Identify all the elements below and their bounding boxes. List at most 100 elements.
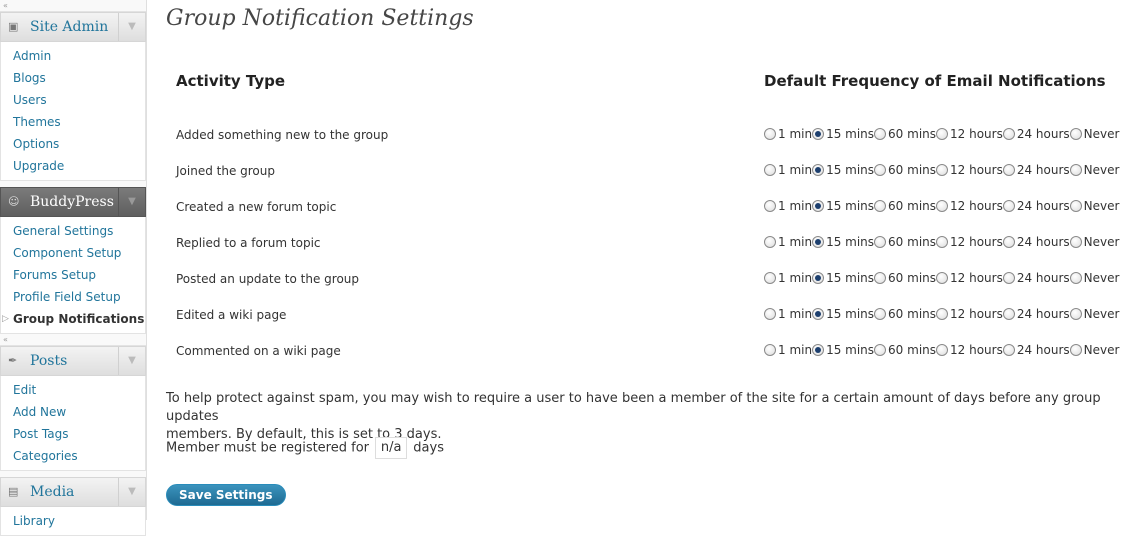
frequency-option[interactable]: 60 mins — [874, 307, 936, 321]
frequency-option[interactable]: 24 hours — [1002, 127, 1070, 141]
radio-button[interactable] — [936, 344, 949, 356]
sidebar-item-edit[interactable]: Edit — [1, 379, 145, 401]
frequency-option[interactable]: 12 hours — [936, 163, 1003, 177]
sidebar-item-blogs[interactable]: Blogs — [1, 67, 145, 89]
chevron-down-icon[interactable]: ▼ — [118, 478, 145, 506]
radio-button[interactable] — [764, 308, 776, 320]
radio-button[interactable] — [812, 236, 825, 248]
frequency-option[interactable]: 1 min — [764, 199, 812, 213]
frequency-option[interactable]: 24 hours — [1002, 343, 1070, 357]
frequency-option[interactable]: 12 hours — [936, 271, 1003, 285]
radio-button[interactable] — [1002, 128, 1015, 140]
radio-button[interactable] — [764, 164, 776, 176]
sidebar-item-options[interactable]: Options — [1, 133, 145, 155]
frequency-option[interactable]: 12 hours — [936, 127, 1003, 141]
frequency-option[interactable]: 1 min — [764, 343, 812, 357]
radio-button[interactable] — [874, 308, 887, 320]
radio-button[interactable] — [1069, 164, 1082, 176]
radio-button[interactable] — [1069, 200, 1082, 212]
collapse-menu-icon[interactable]: « — [0, 334, 146, 346]
frequency-option[interactable]: Never — [1069, 163, 1119, 177]
sidebar-item-post-tags[interactable]: Post Tags — [1, 423, 145, 445]
radio-button[interactable] — [936, 308, 949, 320]
chevron-down-icon[interactable]: ▼ — [118, 347, 145, 375]
radio-button[interactable] — [1002, 308, 1015, 320]
frequency-option[interactable]: Never — [1069, 127, 1119, 141]
radio-button[interactable] — [1002, 164, 1015, 176]
sidebar-item-forums-setup[interactable]: Forums Setup — [1, 264, 145, 286]
radio-button[interactable] — [764, 128, 776, 140]
radio-button[interactable] — [812, 308, 825, 320]
frequency-option[interactable]: 60 mins — [874, 271, 936, 285]
frequency-option[interactable]: 60 mins — [874, 163, 936, 177]
radio-button[interactable] — [812, 128, 825, 140]
frequency-option[interactable]: 15 mins — [812, 271, 874, 285]
radio-button[interactable] — [764, 344, 776, 356]
frequency-option[interactable]: Never — [1069, 307, 1119, 321]
radio-button[interactable] — [1069, 344, 1082, 356]
frequency-option[interactable]: 60 mins — [874, 235, 936, 249]
radio-button[interactable] — [1002, 344, 1015, 356]
radio-button[interactable] — [936, 272, 949, 284]
frequency-option[interactable]: 24 hours — [1002, 271, 1070, 285]
frequency-option[interactable]: 1 min — [764, 235, 812, 249]
sidebar-item-upgrade[interactable]: Upgrade — [1, 155, 145, 177]
frequency-option[interactable]: 12 hours — [936, 199, 1003, 213]
radio-button[interactable] — [812, 272, 825, 284]
radio-button[interactable] — [874, 344, 887, 356]
sidebar-item-profile-field-setup[interactable]: Profile Field Setup — [1, 286, 145, 308]
menu-head-media[interactable]: ▤ Media ▼ — [0, 477, 146, 507]
frequency-option[interactable]: 1 min — [764, 307, 812, 321]
frequency-option[interactable]: 24 hours — [1002, 235, 1070, 249]
frequency-option[interactable]: 12 hours — [936, 307, 1003, 321]
chevron-down-icon[interactable]: ▼ — [118, 188, 145, 216]
frequency-option[interactable]: 15 mins — [812, 127, 874, 141]
frequency-option[interactable]: 60 mins — [874, 199, 936, 213]
frequency-option[interactable]: Never — [1069, 235, 1119, 249]
radio-button[interactable] — [1002, 200, 1015, 212]
sidebar-item-categories[interactable]: Categories — [1, 445, 145, 467]
frequency-option[interactable]: Never — [1069, 343, 1119, 357]
sidebar-item-group-notifications[interactable]: ▷ Group Notifications — [1, 308, 145, 330]
menu-head-posts[interactable]: ✒ Posts ▼ — [0, 346, 146, 376]
save-settings-button[interactable]: Save Settings — [166, 484, 286, 506]
frequency-option[interactable]: 15 mins — [812, 235, 874, 249]
radio-button[interactable] — [812, 200, 825, 212]
frequency-option[interactable]: 24 hours — [1002, 199, 1070, 213]
sidebar-item-users[interactable]: Users — [1, 89, 145, 111]
radio-button[interactable] — [1069, 128, 1082, 140]
radio-button[interactable] — [874, 200, 887, 212]
radio-button[interactable] — [874, 128, 887, 140]
frequency-option[interactable]: 15 mins — [812, 307, 874, 321]
radio-button[interactable] — [874, 164, 887, 176]
frequency-option[interactable]: 1 min — [764, 127, 812, 141]
sidebar-item-add-new[interactable]: Add New — [1, 401, 145, 423]
frequency-option[interactable]: 12 hours — [936, 343, 1003, 357]
radio-button[interactable] — [1069, 308, 1082, 320]
frequency-option[interactable]: 12 hours — [936, 235, 1003, 249]
menu-head-site-admin[interactable]: ▣ Site Admin ▼ — [0, 12, 146, 42]
sidebar-item-component-setup[interactable]: Component Setup — [1, 242, 145, 264]
collapse-menu-icon[interactable]: « — [0, 0, 146, 12]
frequency-option[interactable]: 15 mins — [812, 199, 874, 213]
radio-button[interactable] — [936, 236, 949, 248]
frequency-option[interactable]: Never — [1069, 271, 1119, 285]
radio-button[interactable] — [1069, 236, 1082, 248]
frequency-option[interactable]: 60 mins — [874, 343, 936, 357]
radio-button[interactable] — [1002, 236, 1015, 248]
sidebar-item-library[interactable]: Library — [1, 510, 145, 532]
radio-button[interactable] — [874, 272, 887, 284]
frequency-option[interactable]: Never — [1069, 199, 1119, 213]
sidebar-item-admin[interactable]: Admin — [1, 45, 145, 67]
radio-button[interactable] — [874, 236, 887, 248]
radio-button[interactable] — [936, 128, 949, 140]
radio-button[interactable] — [764, 200, 776, 212]
member-days-input[interactable]: n/a — [375, 437, 408, 459]
sidebar-item-general-settings[interactable]: General Settings — [1, 220, 145, 242]
frequency-option[interactable]: 24 hours — [1002, 163, 1070, 177]
menu-head-buddypress[interactable]: ☺ BuddyPress ▼ — [0, 187, 146, 217]
chevron-down-icon[interactable]: ▼ — [118, 13, 145, 41]
radio-button[interactable] — [1002, 272, 1015, 284]
radio-button[interactable] — [1069, 272, 1082, 284]
frequency-option[interactable]: 1 min — [764, 163, 812, 177]
